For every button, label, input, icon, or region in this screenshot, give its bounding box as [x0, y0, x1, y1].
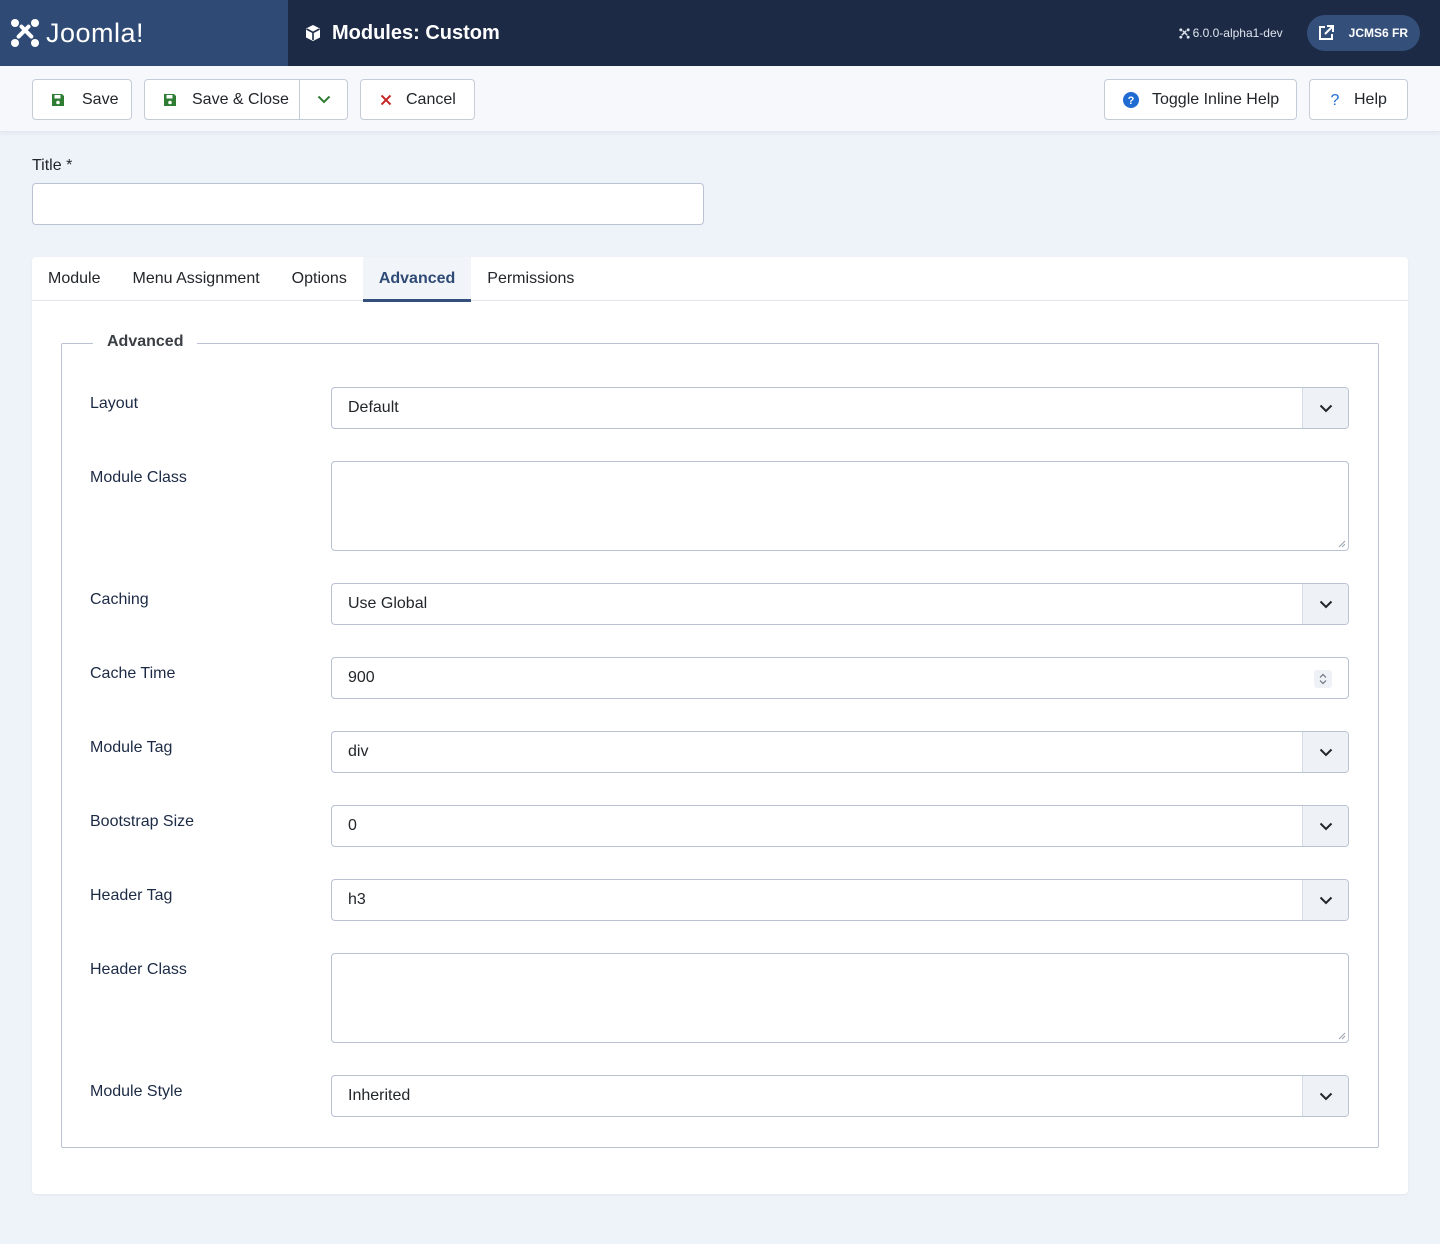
tab-options[interactable]: Options [276, 257, 363, 301]
bootstrap-size-select[interactable]: 0 [331, 805, 1349, 847]
save-icon [163, 93, 177, 107]
question-circle-icon: ? [1123, 91, 1139, 108]
page-title-text: Modules: Custom [332, 21, 500, 44]
cache-time-value: 900 [348, 669, 375, 686]
caching-select[interactable]: Use Global [331, 583, 1349, 625]
header-tag-label: Header Tag [90, 887, 173, 904]
module-class-label: Module Class [90, 469, 187, 486]
caching-label: Caching [90, 591, 149, 608]
layout-value: Default [348, 399, 399, 416]
advanced-legend: Advanced [93, 333, 198, 351]
resize-grip-icon[interactable] [1338, 1032, 1346, 1040]
module-class-textarea[interactable] [331, 461, 1349, 551]
bootstrap-size-label: Bootstrap Size [90, 813, 195, 830]
header-class-label: Header Class [90, 961, 187, 978]
cancel-label: Cancel [406, 90, 456, 108]
brand-name: Joomla! [46, 17, 145, 48]
svg-text:?: ? [1128, 95, 1135, 107]
version-text: 6.0.0-alpha1-dev [1192, 26, 1283, 40]
tab-advanced[interactable]: Advanced [362, 257, 472, 302]
save-label: Save [82, 90, 119, 108]
save-close-button[interactable]: Save & Close [144, 79, 348, 120]
module-style-select[interactable]: Inherited [331, 1075, 1349, 1117]
header-class-textarea[interactable] [331, 953, 1349, 1043]
module-tag-label: Module Tag [90, 739, 173, 756]
save-button[interactable]: Save [32, 79, 132, 120]
save-icon [51, 93, 65, 107]
tab-permissions[interactable]: Permissions [471, 257, 590, 301]
chevron-down-icon [317, 95, 331, 104]
module-tag-select[interactable]: div [331, 731, 1349, 773]
tab-menu-assignment[interactable]: Menu Assignment [116, 257, 275, 301]
toggle-inline-help-label: Toggle Inline Help [1152, 90, 1280, 108]
chevron-down-icon [1302, 388, 1348, 428]
help-button[interactable]: ? Help [1309, 79, 1408, 120]
layout-label: Layout [90, 395, 139, 412]
advanced-fieldset: Advanced Layout Default Module Class Cac… [61, 333, 1379, 1148]
title-input[interactable] [32, 183, 704, 225]
question-icon: ? [1330, 92, 1340, 108]
chevron-down-icon [1302, 732, 1348, 772]
save-options-dropdown[interactable] [300, 80, 348, 119]
header-tag-value: h3 [348, 891, 366, 908]
chevron-down-icon [1302, 584, 1348, 624]
save-close-label: Save & Close [192, 90, 289, 108]
site-link-label: JCMS6 FR [1348, 26, 1408, 40]
chevron-down-icon [1302, 1076, 1348, 1116]
module-style-value: Inherited [348, 1087, 411, 1104]
cache-time-label: Cache Time [90, 665, 176, 682]
header: Joomla! Modules: Custom 6.0.0-alpha1-dev… [0, 0, 1440, 66]
external-link-icon [1318, 25, 1334, 40]
svg-text:?: ? [1331, 92, 1340, 108]
toggle-inline-help-button[interactable]: ? Toggle Inline Help [1104, 79, 1297, 120]
bootstrap-size-value: 0 [348, 817, 357, 834]
version-info: 6.0.0-alpha1-dev [1178, 26, 1283, 40]
title-label: Title * [32, 157, 73, 174]
tab-module[interactable]: Module [32, 257, 116, 301]
header-tag-select[interactable]: h3 [331, 879, 1349, 921]
module-style-label: Module Style [90, 1083, 183, 1100]
cube-icon [306, 25, 320, 41]
tab-bar: Module Menu Assignment Options Advanced … [32, 257, 1408, 302]
chevron-down-icon [1302, 880, 1348, 920]
toolbar: Save Save & Close Cancel ? Toggle Inline… [0, 66, 1440, 132]
page-title: Modules: Custom [304, 22, 500, 45]
joomla-logo-icon [11, 19, 39, 47]
joomla-small-icon [1178, 27, 1190, 39]
site-link-button[interactable]: JCMS6 FR [1306, 15, 1420, 51]
resize-grip-icon[interactable] [1338, 540, 1346, 548]
number-spinner-icon[interactable] [1314, 670, 1332, 688]
cancel-button[interactable]: Cancel [360, 79, 475, 120]
layout-select[interactable]: Default [331, 387, 1349, 429]
caching-value: Use Global [348, 595, 428, 612]
module-tabs-card: Module Menu Assignment Options Advanced … [32, 257, 1408, 1194]
chevron-down-icon [1302, 806, 1348, 846]
close-icon [380, 94, 392, 106]
cache-time-input[interactable]: 900 [331, 657, 1349, 699]
joomla-logo[interactable]: Joomla! [0, 0, 288, 66]
module-tag-value: div [348, 743, 369, 760]
help-label: Help [1354, 90, 1387, 108]
